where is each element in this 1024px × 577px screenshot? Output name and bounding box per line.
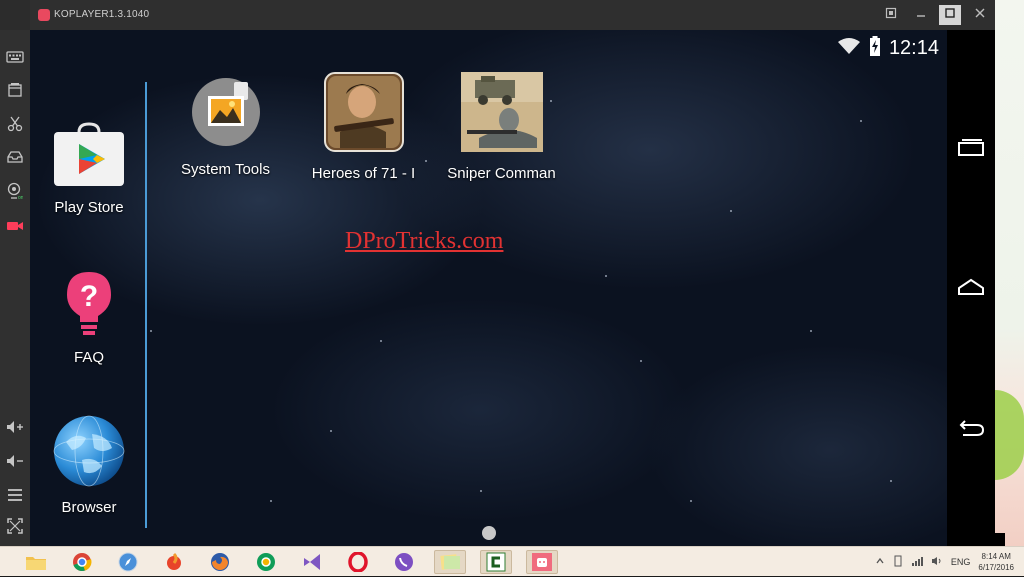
tray-language[interactable]: ENG [951,557,971,567]
taskbar-firefox-icon[interactable] [204,550,236,574]
home-button[interactable] [951,268,991,308]
keyboard-icon[interactable] [3,48,27,72]
app-label-heroes-of-71: Heroes of 71 - I [311,165,416,182]
inbox-icon[interactable] [3,148,27,172]
watermark-text: DProTricks.com [345,228,504,254]
taskbar: ENG 8:14 AM 6/17/2016 [0,546,1024,576]
screenshot-button[interactable] [880,5,902,25]
taskbar-opera-icon[interactable] [342,550,374,574]
app-heroes-of-71[interactable]: Heroes of 71 - I [306,72,421,182]
taskbar-visual-studio-icon[interactable] [296,550,328,574]
dock-item-play-store[interactable]: Play Store [44,122,134,216]
taskbar-viber-icon[interactable] [388,550,420,574]
play-store-icon [53,122,125,192]
tray-signal-icon[interactable] [911,556,923,568]
svg-text:?: ? [80,280,98,313]
webcam-icon[interactable]: on [3,182,27,206]
faq-icon: ? [64,272,114,342]
svg-text:on: on [18,195,23,200]
app-label-sniper-commando: Sniper Comman [447,165,556,182]
back-button[interactable] [951,408,991,448]
tray-clock[interactable]: 8:14 AM 6/17/2016 [978,551,1014,573]
recent-apps-button[interactable] [951,128,991,168]
dock-label-faq: FAQ [73,349,104,366]
tool-sidebar: on [0,30,30,546]
koplayer-logo-icon [38,9,50,21]
scissors-icon[interactable] [3,116,27,140]
taskbar-safari-icon[interactable] [112,550,144,574]
tray-volume-icon[interactable] [931,556,943,568]
window-title: KOPLAYER1.3.1040 [54,9,150,20]
taskbar-koplayer-icon[interactable] [526,550,558,574]
taskbar-chrome-icon[interactable] [66,550,98,574]
app-label-system-tools: System Tools [181,161,270,178]
heroes-of-71-icon [323,72,404,156]
navigation-bar [947,30,995,546]
record-video-icon[interactable] [3,216,27,240]
volume-up-icon[interactable] [3,418,27,442]
title-bar: KOPLAYER1.3.1040 [30,0,995,30]
taskbar-app-icon[interactable] [158,550,190,574]
app-sniper-commando[interactable]: Sniper Comman [444,72,559,182]
volume-down-icon[interactable] [3,452,27,476]
tray-date: 6/17/2016 [978,563,1014,572]
taskbar-notes-icon[interactable] [434,550,466,574]
dock-item-faq[interactable]: ? FAQ [44,270,134,366]
desktop-right-edge [995,0,1024,546]
dock-label-play-store: Play Store [54,199,124,216]
taskbar-file-explorer-icon[interactable] [20,550,52,574]
taskbar-camtasia-icon[interactable] [480,550,512,574]
fullscreen-icon[interactable] [3,518,27,542]
apk-install-icon[interactable] [3,82,27,106]
close-button[interactable] [969,5,991,25]
minimize-button[interactable] [910,5,932,25]
menu-icon[interactable] [3,486,27,510]
tray-chevron-icon[interactable] [875,556,885,568]
dock-item-browser[interactable]: Browser [44,414,134,516]
app-system-tools[interactable]: System Tools [168,76,283,178]
sniper-commando-icon [460,72,543,156]
browser-icon [52,415,126,492]
dock-label-browser: Browser [61,499,117,516]
android-screen[interactable]: 12:14 Play Store ? FAQ Browser System To… [30,30,947,546]
wifi-icon [837,37,861,60]
taskbar-chrome-canary-icon[interactable] [250,550,282,574]
home-page-indicator [482,526,496,540]
maximize-button[interactable] [939,5,961,25]
status-bar: 12:14 [837,35,939,61]
tray-usb-icon[interactable] [893,555,903,569]
system-tray: ENG 8:14 AM 6/17/2016 [875,547,1014,577]
tray-time: 8:14 AM [981,552,1011,561]
system-tools-icon [190,78,262,152]
battery-charging-icon [869,35,881,61]
status-clock: 12:14 [888,36,939,59]
dock-divider [145,82,147,528]
